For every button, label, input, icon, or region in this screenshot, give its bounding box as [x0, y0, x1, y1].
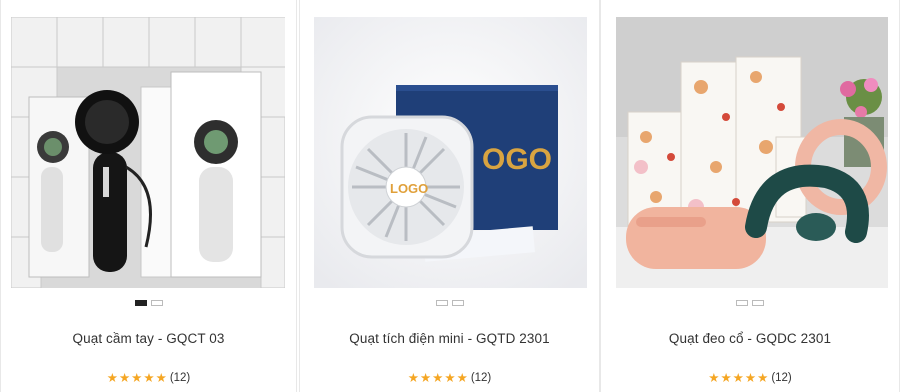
- carousel-dot[interactable]: [451, 300, 464, 306]
- star-icon: ★: [143, 371, 155, 385]
- star-icon: ★: [732, 371, 744, 385]
- product-card[interactable]: Quạt cầm tay - GQCT 03 ★ ★ ★ ★ ★ (12): [0, 0, 297, 392]
- carousel-dot[interactable]: [150, 300, 163, 306]
- carousel-indicators: [1, 300, 296, 308]
- star-icon: ★: [708, 371, 720, 385]
- star-icon: ★: [419, 371, 432, 385]
- carousel-indicators: [300, 300, 599, 308]
- star-icon: ★: [744, 371, 757, 385]
- star-icon: ★: [444, 371, 456, 385]
- fan-logo-text: LOGO: [390, 181, 428, 196]
- product-image[interactable]: [616, 17, 888, 288]
- carousel-dot[interactable]: [736, 300, 748, 306]
- box-logo-text: OGO: [482, 143, 552, 176]
- product-rating: ★ ★ ★ ★ ★ (12): [1, 371, 296, 385]
- star-icon: ★: [106, 371, 118, 385]
- carousel-dot[interactable]: [134, 300, 147, 306]
- product-rating: ★ ★ ★ ★ ★ (12): [601, 371, 899, 385]
- carousel-dot[interactable]: [435, 300, 448, 306]
- product-name[interactable]: Quạt đeo cổ - GQDC 2301: [601, 331, 899, 346]
- star-icon: ★: [407, 371, 419, 385]
- star-icon: ★: [432, 371, 444, 385]
- star-icon: ★: [757, 371, 769, 385]
- carousel-indicators: [601, 300, 899, 308]
- handheld-fan-photo: [11, 17, 285, 288]
- neck-fan-photo: [616, 17, 888, 288]
- product-grid: Quạt cầm tay - GQCT 03 ★ ★ ★ ★ ★ (12) OG…: [0, 0, 900, 392]
- star-icon: ★: [720, 371, 732, 385]
- product-name[interactable]: Quạt tích điện mini - GQTD 2301: [300, 331, 599, 346]
- star-icon: ★: [118, 371, 131, 385]
- carousel-dot[interactable]: [752, 300, 764, 306]
- star-icon: ★: [456, 371, 468, 385]
- rating-count: (12): [771, 372, 792, 384]
- product-name[interactable]: Quạt cầm tay - GQCT 03: [1, 331, 296, 346]
- rating-count: (12): [169, 372, 191, 384]
- product-card[interactable]: OGO LOGO Quạt tích điện mini - GQTD 2301…: [299, 0, 600, 392]
- product-image[interactable]: [11, 17, 285, 288]
- star-icon: ★: [131, 371, 143, 385]
- product-card[interactable]: Quạt đeo cổ - GQDC 2301 ★ ★ ★ ★ ★ (12): [600, 0, 900, 392]
- product-rating: ★ ★ ★ ★ ★ (12): [300, 371, 599, 385]
- rating-count: (12): [470, 372, 492, 384]
- star-icon: ★: [155, 371, 167, 385]
- product-image[interactable]: OGO LOGO: [314, 17, 587, 288]
- mini-fan-photo: OGO LOGO: [314, 17, 587, 288]
